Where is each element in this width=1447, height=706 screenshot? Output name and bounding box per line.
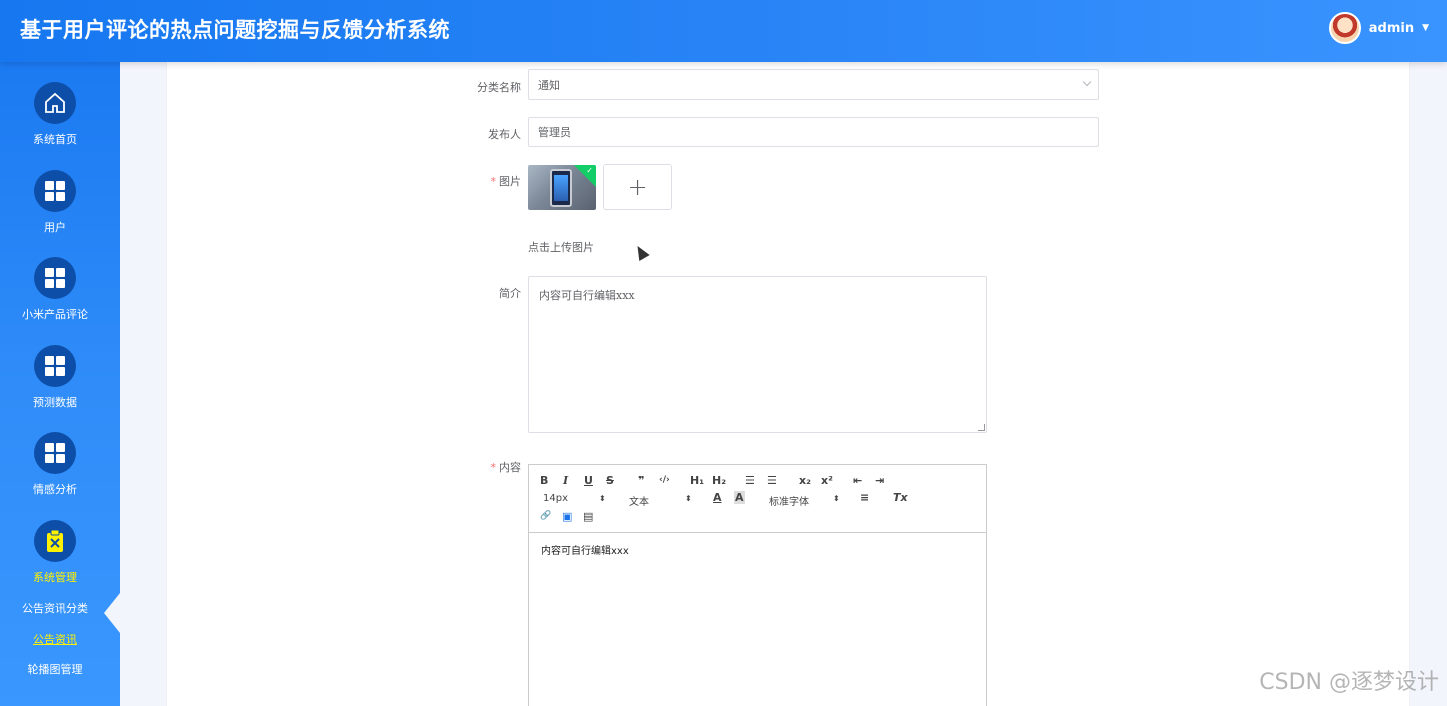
h1-button[interactable]: H₁ [690,474,704,487]
username[interactable]: admin [1369,21,1414,36]
app-title: 基于用户评论的热点问题挖掘与反馈分析系统 [20,18,450,42]
summary-label: 简介 [499,287,521,300]
summary-value: 内容可自行编辑xxx [539,289,635,302]
publisher-label: 发布人 [488,128,521,141]
publisher-field[interactable]: 管理员 [528,117,1099,147]
font-family-select[interactable]: 标准字体 ⬍ [769,493,841,508]
sidebar-item-label: 情感分析 [33,483,77,496]
check-icon: ✓ [586,166,593,175]
sidebar-item-home[interactable]: 系统首页 [0,82,110,147]
uploaded-image-thumbnail[interactable]: ✓ [528,165,596,210]
publisher-value: 管理员 [538,126,571,139]
required-mark: * [490,461,497,474]
superscript-button[interactable]: x² [821,474,833,487]
caret-down-icon[interactable]: ▼ [1422,23,1429,33]
resize-handle[interactable] [978,424,985,431]
sidebar-item-product-reviews[interactable]: 小米产品评论 [0,257,110,322]
video-button[interactable]: ▤ [583,510,593,523]
sidebar-item-sentiment[interactable]: 情感分析 [0,432,110,497]
blockquote-button[interactable]: ❞ [638,474,644,487]
sidebar-sub-item-news[interactable]: 公告资讯 [0,631,110,647]
grid-icon [45,268,65,288]
sidebar-item-label: 用户 [44,221,66,234]
bold-button[interactable]: B [540,474,548,487]
grid-icon [45,181,65,201]
sidebar-item-users[interactable]: 用户 [0,170,110,235]
grid-icon [45,356,65,376]
content-label: * 内容 [490,461,522,474]
link-button[interactable]: 🔗 [540,511,551,521]
sidebar-sub-item-carousel[interactable]: 轮播图管理 [0,661,110,677]
bullet-list-button[interactable]: ☰ [767,474,777,487]
font-size-select[interactable]: 14px ⬍ [543,493,607,504]
form-panel: 分类名称 通知 发布人 管理员 * 图片 ✓ + 点击上传图片 简介 内容可自行编… [166,62,1410,706]
category-value: 通知 [538,78,560,92]
header-select[interactable]: 文本 ⬍ [629,493,693,508]
sidebar-item-label: 系统首页 [33,133,77,146]
sidebar-item-label: 预测数据 [33,396,77,409]
category-label: 分类名称 [477,81,521,94]
top-header: 基于用户评论的热点问题挖掘与反馈分析系统 admin ▼ [0,0,1447,62]
strike-button[interactable]: S [606,474,614,487]
italic-button[interactable]: I [563,474,568,487]
ordered-list-button[interactable]: ☰ [745,474,755,487]
avatar[interactable] [1328,12,1361,44]
user-menu[interactable]: admin ▼ [1328,12,1429,44]
editor-content[interactable]: 内容可自行编辑xxx [529,533,986,566]
sidebar-item-system[interactable]: 系统管理 [0,520,110,585]
sidebar-sub-item-news-category[interactable]: 公告资讯分类 [0,600,110,616]
text-color-icon[interactable]: A [713,491,722,504]
rich-text-editor[interactable]: B I U S ❞ ‹/› H₁ H₂ ☰ ☰ x₂ x² ⇤ ⇥ 14px ⬍ … [528,464,987,706]
image-button[interactable]: ▣ [562,510,572,523]
chevron-down-icon [1082,77,1092,87]
sidebar-item-label: 小米产品评论 [22,308,88,321]
image-label: * 图片 [490,175,522,188]
phone-image [550,169,572,207]
clean-format-button[interactable]: Tx [893,491,908,504]
background-color-icon[interactable]: A [734,491,745,504]
select-arrows-icon: ⬍ [833,494,840,503]
editor-toolbar: B I U S ❞ ‹/› H₁ H₂ ☰ ☰ x₂ x² ⇤ ⇥ 14px ⬍ … [529,465,986,533]
outdent-button[interactable]: ⇤ [853,474,862,487]
upload-image-button[interactable]: + [603,164,672,210]
h2-button[interactable]: H₂ [712,474,726,487]
upload-hint: 点击上传图片 [528,241,594,254]
category-select[interactable]: 通知 [528,69,1099,100]
code-button[interactable]: ‹/› [659,475,670,485]
grid-icon [45,443,65,463]
clipboard-icon [34,520,76,562]
active-indicator [104,593,120,633]
select-arrows-icon: ⬍ [599,494,606,503]
watermark: CSDN @逐梦设计 [1259,670,1439,695]
summary-textarea[interactable]: 内容可自行编辑xxx [528,276,987,433]
sidebar-item-prediction[interactable]: 预测数据 [0,345,110,410]
sidebar-item-label: 系统管理 [33,571,77,584]
sidebar: 系统首页 用户 小米产品评论 预测数据 情感分析 系统管理 公告资讯分类 公告资… [0,62,120,706]
required-mark: * [490,175,497,188]
indent-button[interactable]: ⇥ [875,474,884,487]
align-button[interactable]: ≡ [860,491,869,504]
subscript-button[interactable]: x₂ [799,474,811,487]
underline-button[interactable]: U [584,474,593,487]
home-icon [34,82,76,124]
select-arrows-icon: ⬍ [685,494,692,503]
